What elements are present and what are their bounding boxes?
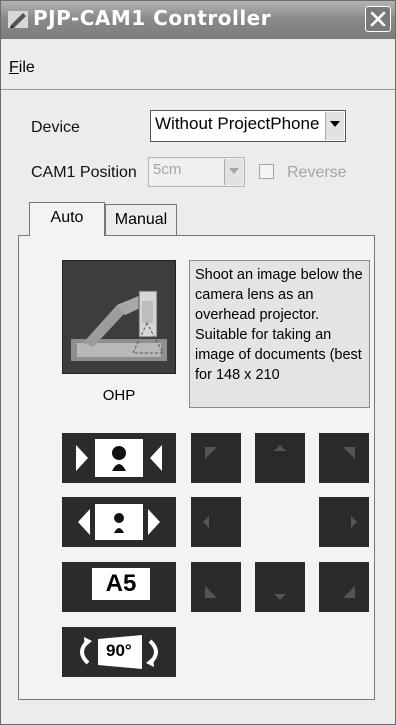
arrow-right-icon <box>351 516 357 528</box>
move-right-button[interactable] <box>319 497 369 547</box>
move-left-button[interactable] <box>191 497 241 547</box>
zoom-in-icon <box>76 439 162 477</box>
move-up-right-button[interactable] <box>319 433 369 483</box>
move-down-button[interactable] <box>255 562 305 612</box>
cam1-position-label: CAM1 Position <box>31 164 137 181</box>
close-button[interactable] <box>365 6 391 32</box>
ohp-mode-label: OHP <box>102 387 136 404</box>
arrow-down-right-icon <box>343 586 355 598</box>
arrow-up-right-icon <box>343 447 355 459</box>
device-select[interactable]: Without ProjectPhone <box>150 110 346 142</box>
chevron-down-icon[interactable] <box>325 112 344 140</box>
move-down-right-button[interactable] <box>319 562 369 612</box>
reverse-label: Reverse <box>287 164 347 181</box>
menu-bar: File <box>1 39 395 90</box>
mode-description: Shoot an image below the camera lens as … <box>189 260 370 408</box>
controller-window: PJP-CAM1 Controller File Device Without … <box>0 0 396 725</box>
arrow-up-left-icon <box>205 447 217 459</box>
tab-manual[interactable]: Manual <box>105 204 177 236</box>
paper-size-button[interactable]: A5 <box>62 562 176 612</box>
arrow-up-icon <box>274 445 286 451</box>
paper-size-label: A5 <box>92 568 150 600</box>
cam1-position-select[interactable]: 5cm <box>148 157 245 187</box>
zoom-out-icon <box>78 504 160 540</box>
pen-app-icon <box>8 11 28 28</box>
mode-description-text: Shoot an image below the camera lens as … <box>195 267 363 383</box>
ohp-camera-icon <box>71 290 167 361</box>
device-select-value: Without ProjectPhone <box>155 114 320 133</box>
rotate-button[interactable]: 90° <box>62 627 176 677</box>
window-title: PJP-CAM1 Controller <box>33 6 272 30</box>
move-up-left-button[interactable] <box>191 433 241 483</box>
rotate-label: 90° <box>106 641 132 660</box>
cam1-position-value: 5cm <box>153 161 182 178</box>
close-icon <box>370 11 386 27</box>
move-up-button[interactable] <box>255 433 305 483</box>
arrow-down-left-icon <box>205 586 217 598</box>
arrow-left-icon <box>203 516 209 528</box>
tab-auto[interactable]: Auto <box>29 202 105 236</box>
zoom-out-button[interactable] <box>62 497 176 547</box>
device-label: Device <box>31 119 80 136</box>
menu-file[interactable]: File <box>9 59 35 77</box>
ohp-mode-button[interactable] <box>62 260 176 374</box>
zoom-in-button[interactable] <box>62 433 176 483</box>
title-bar[interactable]: PJP-CAM1 Controller <box>1 1 395 39</box>
reverse-checkbox[interactable] <box>259 164 274 179</box>
chevron-down-icon[interactable] <box>224 159 243 185</box>
arrow-down-icon <box>274 594 286 600</box>
move-down-left-button[interactable] <box>191 562 241 612</box>
